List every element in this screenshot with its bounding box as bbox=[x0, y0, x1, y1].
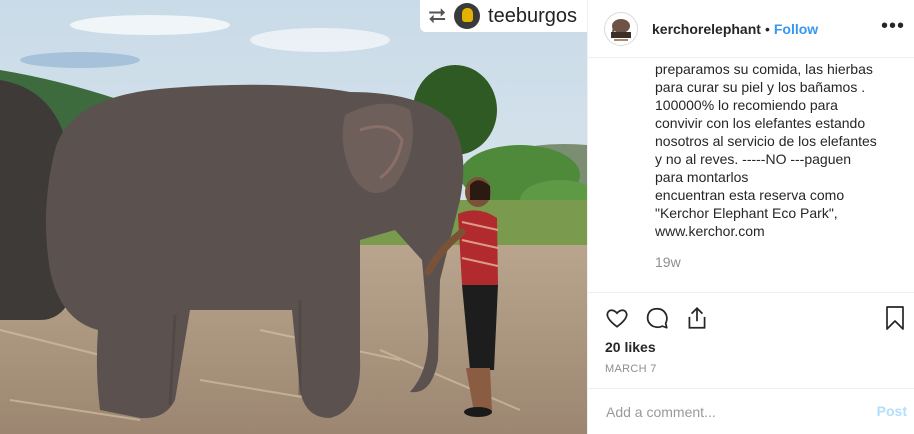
post-actions: 20 likes MARCH 7 bbox=[588, 292, 914, 388]
instagram-post-view: ⮂ teeburgos kerchorelephant • Follow •••… bbox=[0, 0, 914, 434]
repost-avatar bbox=[454, 3, 481, 29]
comment-input[interactable] bbox=[604, 402, 858, 421]
caption-text: preparamos su comida, las hierbas para c… bbox=[655, 61, 877, 239]
kerchor-logo-icon bbox=[611, 18, 631, 41]
post-age[interactable]: 19w bbox=[655, 254, 905, 270]
bookmark-button[interactable] bbox=[883, 305, 907, 336]
repost-icon: ⮂ bbox=[428, 3, 447, 28]
post-comment-button[interactable]: Post bbox=[877, 403, 907, 419]
account-avatar[interactable] bbox=[604, 11, 638, 46]
likes-count[interactable]: 20 likes bbox=[605, 339, 656, 355]
post-date: MARCH 7 bbox=[605, 363, 657, 375]
header-separator: • bbox=[764, 20, 770, 37]
repost-attribution[interactable]: ⮂ teeburgos bbox=[420, 0, 587, 32]
caption-area: preparamos su comida, las hierbas para c… bbox=[655, 58, 905, 292]
follow-button[interactable]: Follow bbox=[774, 21, 818, 37]
post-header: kerchorelephant • Follow ••• bbox=[588, 0, 914, 58]
repost-username[interactable]: teeburgos bbox=[488, 5, 577, 28]
action-icons bbox=[604, 305, 710, 331]
share-icon[interactable] bbox=[684, 305, 710, 331]
more-options-icon[interactable]: ••• bbox=[881, 16, 905, 36]
elephant-photo bbox=[0, 0, 587, 434]
post-side-panel: kerchorelephant • Follow ••• preparamos … bbox=[587, 0, 914, 434]
comment-box: Post bbox=[588, 388, 914, 434]
account-username[interactable]: kerchorelephant bbox=[652, 21, 761, 37]
bookmark-icon bbox=[886, 306, 904, 330]
comment-icon[interactable] bbox=[644, 305, 670, 331]
post-photo[interactable]: ⮂ teeburgos bbox=[0, 0, 587, 434]
heart-icon[interactable] bbox=[604, 305, 630, 331]
